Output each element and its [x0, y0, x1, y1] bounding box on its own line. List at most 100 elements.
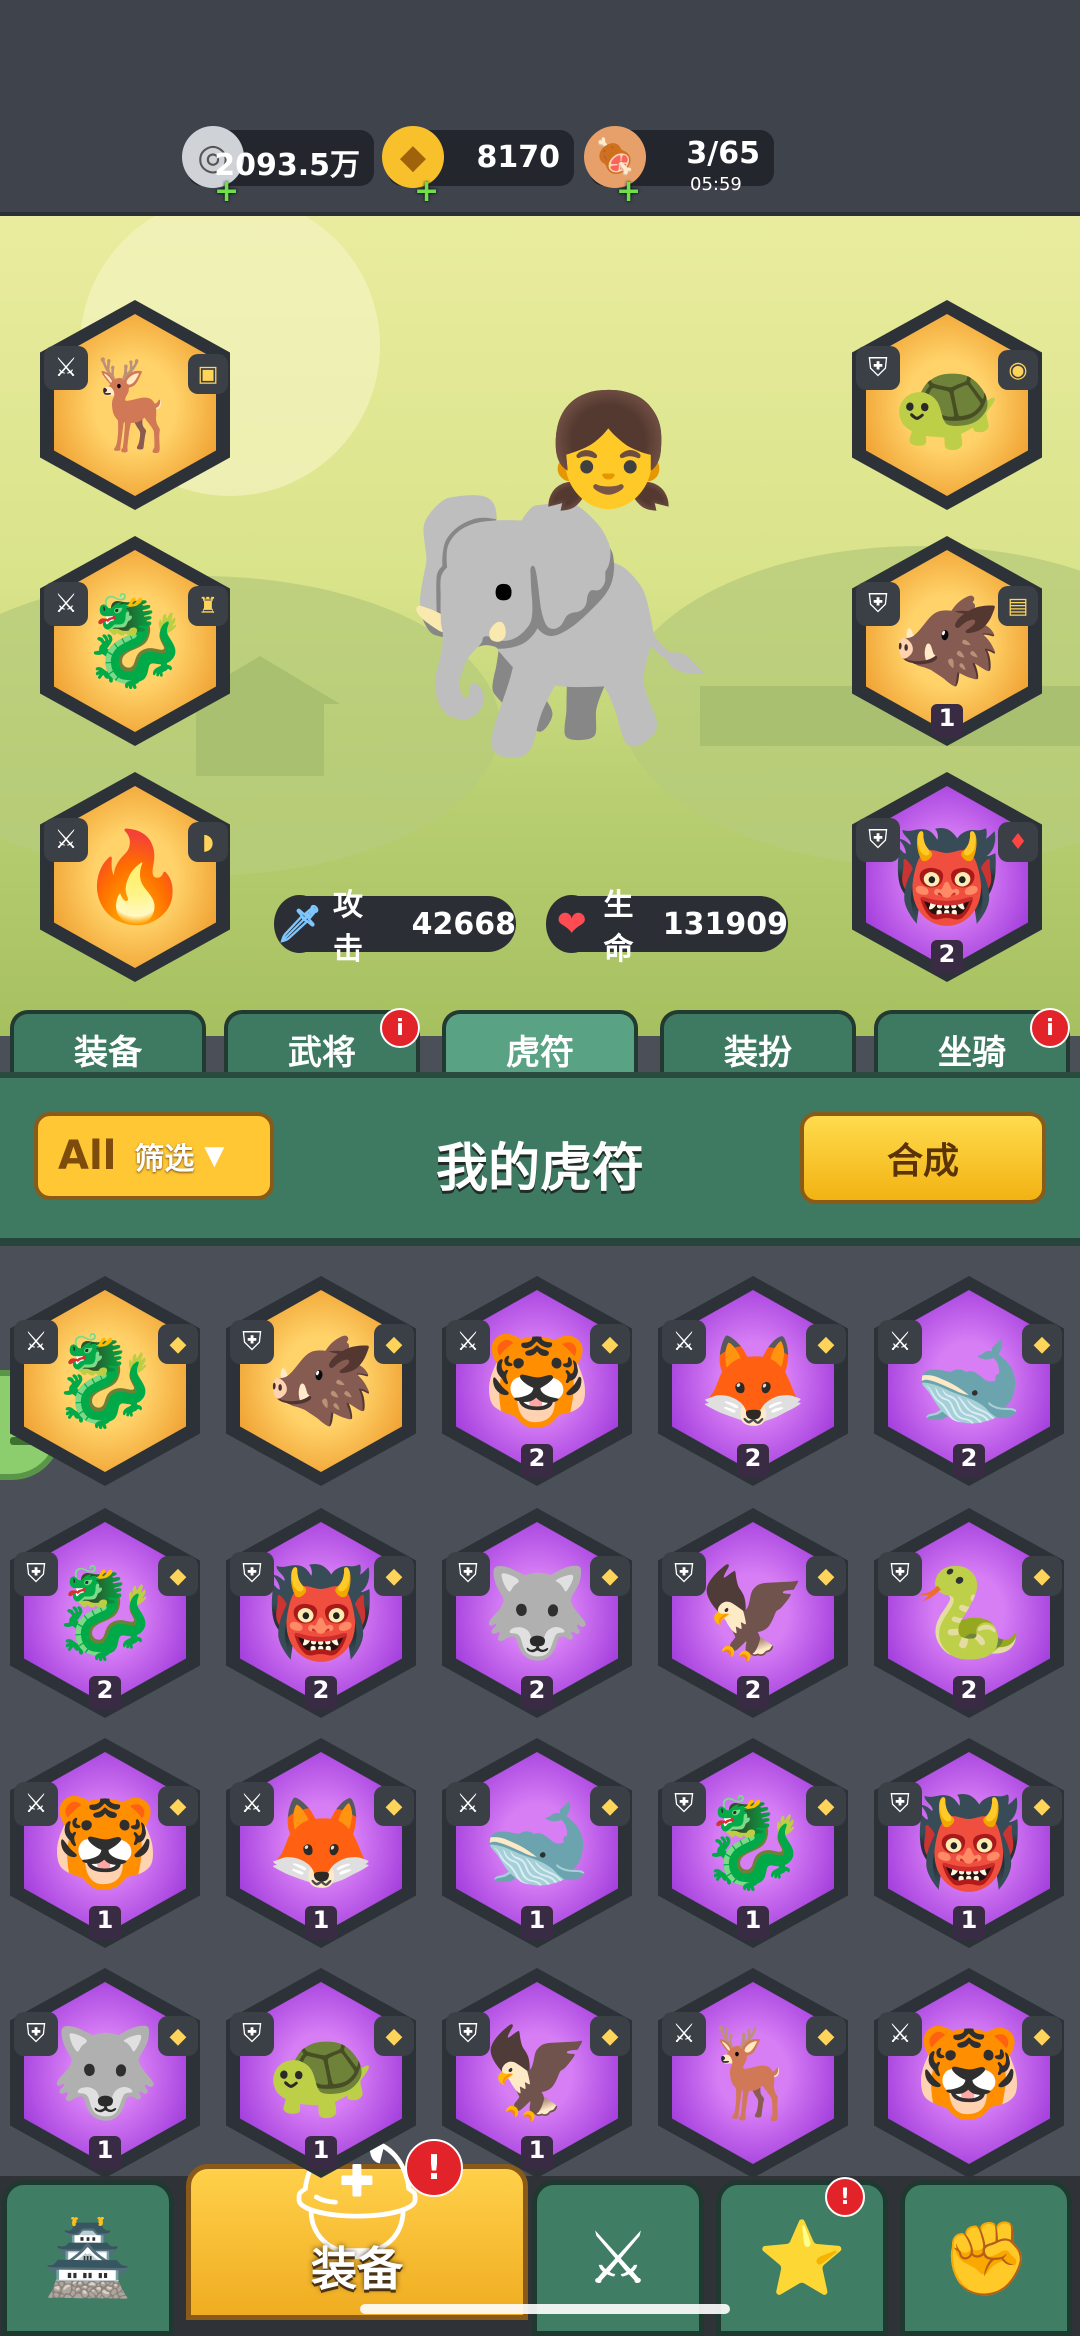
nav-hero-button[interactable]: ⭐ !: [716, 2177, 888, 2336]
tally-item[interactable]: 🐍 2: [874, 1508, 1064, 1718]
sword-badge-icon: ⚔: [878, 1320, 922, 1364]
nav-equipment-button[interactable]: ⛑ 装备 !: [186, 2129, 528, 2320]
tally-level: 1: [737, 1906, 769, 1940]
tally-item[interactable]: 🐯 2: [442, 1276, 632, 1486]
nav-upgrade-button[interactable]: ✊: [900, 2180, 1072, 2336]
gear-badge-icon: ◆: [806, 1556, 846, 1596]
gear-badge-icon: ◆: [374, 1556, 414, 1596]
alert-badge-icon: i: [380, 1008, 420, 1048]
tally-item[interactable]: 🐋 1: [442, 1738, 632, 1948]
tally-emblem-icon: 🦊: [698, 1329, 808, 1432]
tab-equipment[interactable]: 装备: [10, 1010, 206, 1076]
sword-badge-icon: ⚔: [44, 818, 88, 862]
heart-icon: ❤: [546, 895, 598, 953]
tally-emblem-icon: 🦌: [698, 2021, 808, 2124]
life-label: 生命: [603, 888, 634, 967]
tally-emblem-icon: 🐉: [50, 1561, 160, 1664]
filter-button[interactable]: All 筛选 ▼: [34, 1112, 274, 1200]
tally-item[interactable]: 🐉 2: [10, 1508, 200, 1718]
tally-item[interactable]: 🦅 1: [442, 1968, 632, 2178]
helm-stars-icon: ⭐: [757, 2215, 847, 2300]
gear-badge-icon: ◆: [806, 1786, 846, 1826]
tab-outfit[interactable]: 装扮: [660, 1010, 856, 1076]
tab-generals[interactable]: 武将 i: [224, 1008, 420, 1076]
ingot-counter[interactable]: ◆ + 8170: [382, 126, 574, 209]
tally-level: 2: [953, 1444, 985, 1478]
shield-badge-icon: ⛨: [878, 1552, 922, 1596]
demon-mask-emblem-icon: 👹: [892, 825, 1002, 928]
tally-level: 1: [521, 2136, 553, 2170]
tally-item[interactable]: 🐯: [874, 1968, 1064, 2178]
tally-item[interactable]: 🐺 2: [442, 1508, 632, 1718]
tab-label: 坐骑: [938, 1033, 1006, 1073]
tab-mount[interactable]: 坐骑 i: [874, 1008, 1070, 1076]
alert-badge-icon: i: [1030, 1008, 1070, 1048]
tally-level: 2: [305, 1676, 337, 1710]
tally-emblem-icon: 🐉: [50, 1329, 160, 1432]
shield-badge-icon: ⛨: [230, 1320, 274, 1364]
merge-button[interactable]: 合成: [800, 1112, 1046, 1204]
gear-badge-icon: ◆: [1022, 1556, 1062, 1596]
nav-city-button[interactable]: 🏯: [2, 2180, 174, 2336]
gear-badge-icon: ◆: [374, 1324, 414, 1364]
gear-badge-icon: ◆: [806, 1324, 846, 1364]
tally-item[interactable]: 👹 2: [226, 1508, 416, 1718]
gear-badge-icon: ◆: [374, 2016, 414, 2056]
fist-icon: ✊: [941, 2215, 1031, 2300]
shield-swords-icon: ⚔: [585, 2216, 651, 2300]
tally-emblem-icon: 🐯: [50, 1791, 160, 1894]
add-stamina-icon[interactable]: +: [616, 174, 641, 209]
gear-badge-icon: ◆: [158, 1556, 198, 1596]
tab-tiger-tally[interactable]: 虎符: [442, 1010, 638, 1076]
tab-label: 武将: [288, 1033, 356, 1073]
stamina-counter[interactable]: 🍖 + 3/65 05:59: [584, 126, 774, 209]
category-tabs: 装备 武将 i 虎符 装扮 坐骑 i: [0, 1006, 1080, 1076]
tally-item[interactable]: 🐯 1: [10, 1738, 200, 1948]
tally-item[interactable]: 🐉 1: [658, 1738, 848, 1948]
tally-item[interactable]: 🐋 2: [874, 1276, 1064, 1486]
tally-emblem-icon: 🐺: [482, 1561, 592, 1664]
gear-badge-icon: ◆: [806, 2016, 846, 2056]
top-resource-bar: ◎ + 2093.5万 ◆ + 8170 🍖 + 3/65 05:59: [0, 0, 1080, 216]
tally-item[interactable]: 🐗: [226, 1276, 416, 1486]
tally-item[interactable]: 🦊 2: [658, 1276, 848, 1486]
tally-level: 2: [521, 1444, 553, 1478]
tally-emblem-icon: 🐗: [266, 1329, 376, 1432]
silver-counter[interactable]: ◎ + 2093.5万: [182, 126, 374, 209]
sword-badge-icon: ⚔: [446, 1782, 490, 1826]
gear-badge-icon: ◆: [158, 2016, 198, 2056]
filter-all-label: All: [58, 1133, 117, 1179]
tally-item[interactable]: 🦅 2: [658, 1508, 848, 1718]
tally-emblem-icon: 🐯: [482, 1329, 592, 1432]
tally-emblem-icon: 🐢: [266, 2021, 376, 2124]
tally-item[interactable]: 🦊 1: [226, 1738, 416, 1948]
add-ingot-icon[interactable]: +: [414, 174, 439, 209]
tally-level: 1: [953, 1906, 985, 1940]
tally-item[interactable]: 🐺 1: [10, 1968, 200, 2178]
shield-badge-icon: ⛨: [856, 818, 900, 862]
tally-emblem-icon: 🐉: [698, 1791, 808, 1894]
sword-badge-icon: ⚔: [44, 582, 88, 626]
tally-level: 1: [305, 2136, 337, 2170]
tally-emblem-icon: 🐍: [914, 1561, 1024, 1664]
tab-label: 虎符: [506, 1033, 574, 1073]
deer-emblem-icon: 🦌: [80, 353, 190, 456]
tab-label: 装备: [74, 1033, 142, 1073]
sword-badge-icon: ⚔: [878, 2012, 922, 2056]
stamina-timer: 05:59: [690, 174, 742, 195]
tally-item[interactable]: 🦌: [658, 1968, 848, 2178]
tally-emblem-icon: 🦊: [266, 1791, 376, 1894]
rider-girl-character: 👧: [540, 386, 677, 514]
gear-badge-icon: ◆: [590, 2016, 630, 2056]
gear-badge-icon: ◆: [590, 1556, 630, 1596]
sword-badge-icon: ⚔: [14, 1782, 58, 1826]
tally-item[interactable]: 👹 1: [874, 1738, 1064, 1948]
tally-panel-header: All 筛选 ▼ 我的虎符 合成: [0, 1072, 1080, 1246]
sword-badge-icon: ⚔: [662, 1320, 706, 1364]
chevron-down-icon: ▼: [204, 1141, 225, 1171]
boar-emblem-icon: 🐗: [892, 589, 1002, 692]
sword-badge-icon: ⚔: [230, 1782, 274, 1826]
tally-emblem-icon: 🦅: [482, 2021, 592, 2124]
tally-level: 2: [521, 1676, 553, 1710]
sword-badge-icon: ⚔: [14, 1320, 58, 1364]
